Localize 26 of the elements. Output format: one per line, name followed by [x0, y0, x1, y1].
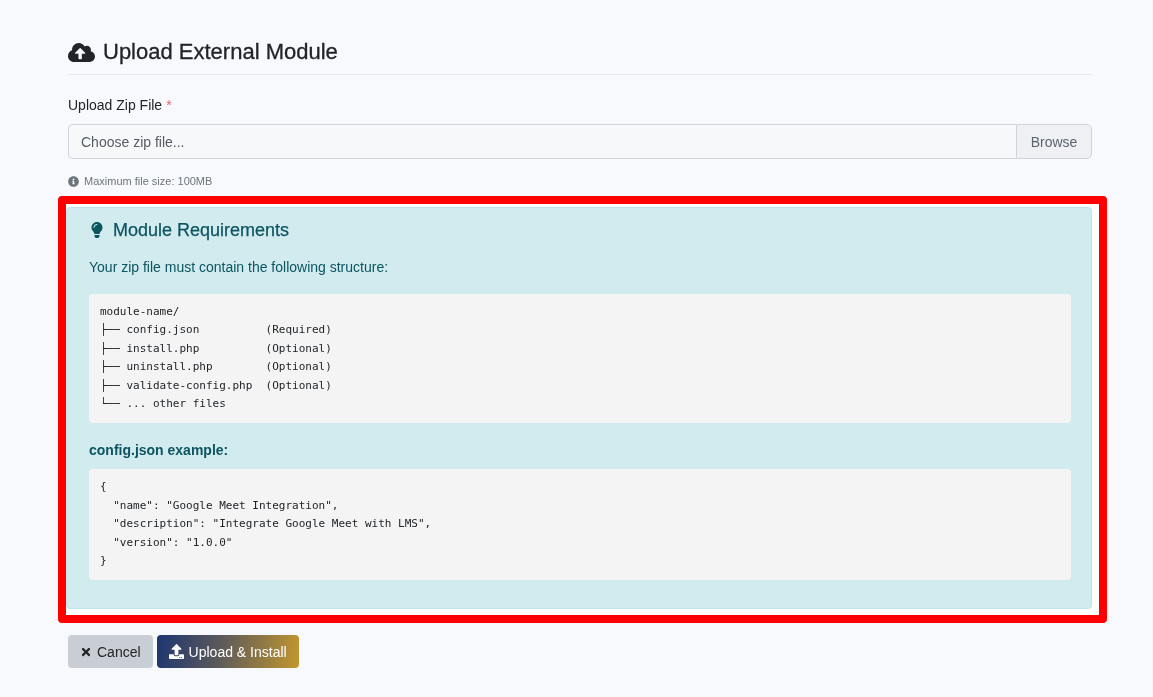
required-mark: *: [166, 97, 172, 114]
code-line: ├── uninstall.php (Optional): [100, 359, 332, 376]
lightbulb-icon: [89, 222, 105, 238]
code-line: ├── config.json (Required): [100, 322, 332, 339]
hint-text: Maximum file size: 100MB: [84, 174, 213, 189]
close-icon: [80, 645, 92, 658]
code-line: ├── install.php (Optional): [100, 340, 332, 357]
file-input-field[interactable]: Choose zip file...: [68, 124, 1016, 159]
page-title: Upload External Module: [103, 38, 338, 66]
info-icon: [68, 175, 79, 187]
browse-button[interactable]: Browse: [1016, 124, 1092, 159]
field-label: Upload Zip File: [68, 97, 163, 114]
code-line: }: [100, 553, 107, 570]
intro-text: Your zip file must contain the following structure:: [89, 258, 390, 277]
code-line: └── ... other files: [100, 396, 226, 413]
panel-title: Module Requirements: [113, 219, 290, 242]
cancel-button[interactable]: Cancel: [68, 635, 153, 669]
upload-icon: [168, 644, 184, 660]
code-line: ├── validate-config.php (Optional): [100, 377, 332, 394]
code-line: {: [100, 479, 107, 496]
upload-install-button[interactable]: Upload & Install: [156, 635, 299, 669]
code-line: "description": "Integrate Google Meet with LMS",: [112, 516, 432, 533]
code-line: "version": "1.0.0": [112, 534, 233, 551]
code-line: module-name/: [100, 304, 180, 320]
code-line: "name": "Google Meet Integration",: [112, 497, 339, 514]
example-title: config.json example:: [89, 441, 230, 461]
